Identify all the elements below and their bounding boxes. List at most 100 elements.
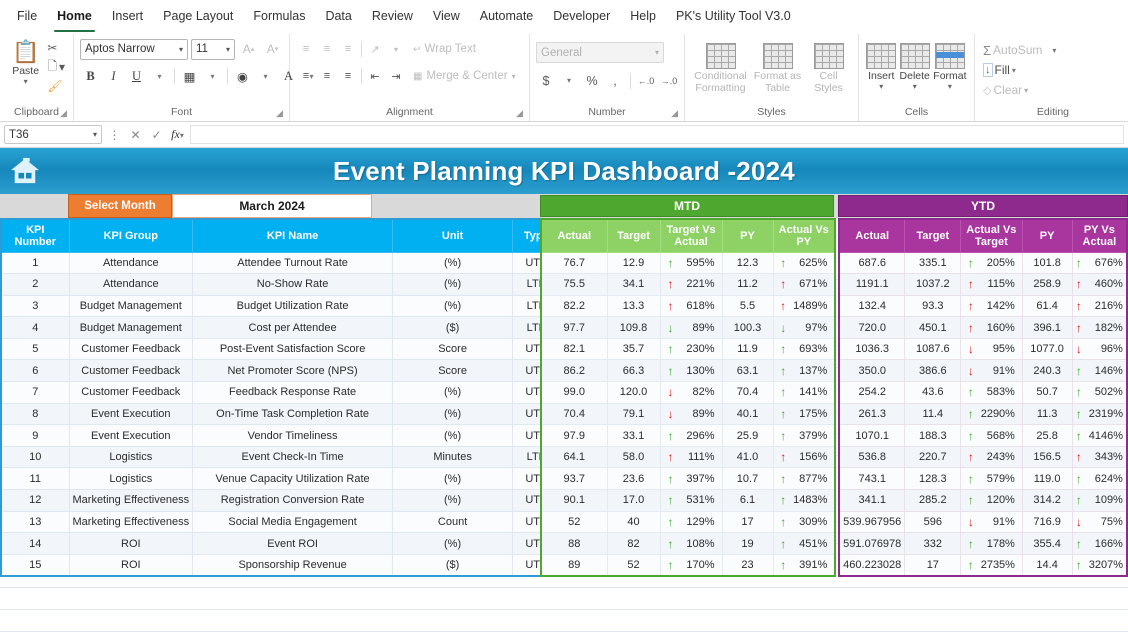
- chevron-down-icon[interactable]: ▾: [948, 82, 952, 91]
- autosum-button[interactable]: Σ AutoSum ▾: [981, 41, 1058, 59]
- format-cells-button[interactable]: Format ▾: [932, 41, 968, 91]
- enter-formula-button[interactable]: ✓: [148, 128, 165, 142]
- currency-format-button[interactable]: $: [536, 71, 556, 91]
- fill-button[interactable]: ↓ Fill ▾: [981, 61, 1018, 79]
- merge-center-button[interactable]: ▦ Merge & Center ▾: [407, 70, 516, 82]
- font-name-select[interactable]: Aptos Narrow ▾: [80, 38, 188, 60]
- ribbon-group-clipboard: 📋 Paste ▾ ✂ 🗋 ▾ 🖌 Clipboard ◢: [0, 34, 74, 121]
- increase-font-size-button[interactable]: A ▴: [238, 39, 259, 60]
- chevron-down-icon[interactable]: ▾: [1052, 46, 1056, 55]
- insert-cells-icon: [866, 43, 897, 69]
- format-painter-button[interactable]: 🖌: [45, 77, 67, 95]
- cut-button[interactable]: ✂: [45, 39, 67, 57]
- kpi-group-cell: Event Execution: [68, 424, 194, 447]
- ribbon-tab-pk-s-utility-tool-v3-0[interactable]: PK's Utility Tool V3.0: [667, 3, 800, 29]
- mtd-table: Actual Target Target Vs Actual PY Actual Vs …: [540, 218, 836, 577]
- delete-cells-button[interactable]: Delete ▾: [898, 41, 932, 91]
- chevron-down-icon[interactable]: ▾: [255, 66, 276, 87]
- ribbon-tab-data[interactable]: Data: [316, 3, 360, 29]
- decrease-font-size-button[interactable]: A ▾: [262, 39, 283, 60]
- kpi-name-cell: Budget Utilization Rate: [192, 294, 394, 318]
- insert-function-button[interactable]: fx▾: [169, 127, 186, 142]
- arrow-down-icon: ↓: [780, 320, 787, 335]
- orientation-button[interactable]: ↗: [365, 39, 385, 59]
- cancel-formula-button[interactable]: ✕: [127, 128, 144, 142]
- ribbon-tab-formulas[interactable]: Formulas: [244, 3, 314, 29]
- bold-button[interactable]: B: [80, 66, 101, 87]
- font-dialog-launcher[interactable]: ◢: [276, 108, 283, 119]
- worksheet-area: Event Planning KPI Dashboard -2024 Selec…: [0, 148, 1128, 632]
- fill-color-button[interactable]: ◉: [232, 66, 253, 87]
- chevron-down-icon[interactable]: ▾: [512, 72, 516, 81]
- align-middle-button[interactable]: ≡: [317, 39, 337, 59]
- kpi-name-cell: Post-Event Satisfaction Score: [192, 337, 394, 361]
- paste-button[interactable]: 📋 Paste ▾: [6, 37, 45, 86]
- decrease-decimal-button[interactable]: →.0: [659, 71, 679, 91]
- clear-label: Clear: [993, 83, 1023, 97]
- underline-button[interactable]: U: [126, 66, 147, 87]
- divider: [630, 72, 631, 89]
- chevron-down-icon[interactable]: ▾: [202, 66, 223, 87]
- number-dialog-launcher[interactable]: ◢: [671, 108, 678, 119]
- formula-input[interactable]: [190, 125, 1124, 144]
- ytd-py-vs-actual-cell: ↑ 343%: [1071, 445, 1128, 469]
- month-selector-value[interactable]: March 2024: [172, 194, 372, 218]
- align-center-button[interactable]: ≡: [317, 66, 337, 86]
- align-left-button[interactable]: ≡: [296, 66, 316, 86]
- chevron-down-icon[interactable]: ▾: [1024, 86, 1028, 95]
- chevron-down-icon[interactable]: ▾: [59, 60, 65, 74]
- copy-button[interactable]: 🗋 ▾: [45, 58, 67, 76]
- number-format-select[interactable]: General ▾: [536, 42, 664, 63]
- align-bottom-button[interactable]: ≡: [338, 39, 358, 59]
- formula-bar-menu-button[interactable]: ⋮: [106, 128, 123, 142]
- increase-decimal-button[interactable]: ←.0: [636, 71, 656, 91]
- percent-value: 75%: [1100, 515, 1123, 528]
- italic-button[interactable]: I: [103, 66, 124, 87]
- ribbon-tab-developer[interactable]: Developer: [544, 3, 619, 29]
- home-icon[interactable]: [10, 157, 40, 185]
- align-top-button[interactable]: ≡: [296, 39, 316, 59]
- chevron-down-icon[interactable]: ▾: [913, 82, 917, 91]
- ribbon-tab-file[interactable]: File: [8, 3, 46, 29]
- chevron-down-icon[interactable]: ▾: [386, 39, 406, 59]
- ribbon-tab-review[interactable]: Review: [363, 3, 422, 29]
- borders-button[interactable]: ▦: [179, 66, 200, 87]
- chevron-down-icon[interactable]: ▾: [1012, 66, 1016, 75]
- kpi-name-cell: Sponsorship Revenue: [192, 553, 394, 577]
- ribbon-tab-automate[interactable]: Automate: [471, 3, 543, 29]
- align-right-button[interactable]: ≡: [338, 66, 358, 86]
- cell-styles-button[interactable]: Cell Styles: [807, 41, 851, 94]
- clipboard-dialog-launcher[interactable]: ◢: [60, 108, 67, 119]
- ytd-actual-cell: 1070.1: [838, 424, 906, 447]
- comma-format-button[interactable]: ,: [605, 71, 625, 91]
- insert-cells-button[interactable]: Insert ▾: [865, 41, 898, 91]
- format-as-table-button[interactable]: Format as Table: [752, 41, 804, 94]
- ribbon-tab-help[interactable]: Help: [621, 3, 665, 29]
- ytd-py-vs-actual-cell: ↑ 502%: [1071, 381, 1128, 404]
- chevron-down-icon[interactable]: ▾: [559, 71, 579, 91]
- chevron-down-icon[interactable]: ▾: [879, 82, 883, 91]
- mtd-target-vs-actual-cell: ↑ 221%: [659, 273, 723, 296]
- increase-indent-button[interactable]: ⇥: [386, 66, 406, 86]
- clear-button[interactable]: ◇ Clear ▾: [981, 81, 1030, 99]
- ribbon-tab-home[interactable]: Home: [48, 3, 101, 32]
- wrap-text-button[interactable]: ↩ Wrap Text: [407, 43, 476, 55]
- alignment-group-label: Alignment ◢: [386, 106, 523, 119]
- percent-format-button[interactable]: %: [582, 71, 602, 91]
- table-row: 9 Event Execution Vendor Timeliness (%) UTB: [0, 424, 562, 447]
- arrow-up-icon: ↑: [780, 557, 787, 572]
- percent-value: 89%: [692, 407, 715, 420]
- alignment-dialog-launcher[interactable]: ◢: [516, 108, 523, 119]
- ribbon-tab-insert[interactable]: Insert: [103, 3, 152, 29]
- ytd-header-py: PY: [1021, 218, 1073, 253]
- ribbon-tab-page-layout[interactable]: Page Layout: [154, 3, 242, 29]
- conditional-formatting-button[interactable]: Conditional Formatting: [693, 41, 749, 94]
- chevron-down-icon[interactable]: ▾: [24, 77, 28, 86]
- arrow-up-icon: ↑: [780, 406, 787, 421]
- table-row: 93.7 23.6 ↑ 397% 10.7 ↑ 877%: [540, 467, 836, 491]
- ribbon-tab-view[interactable]: View: [424, 3, 469, 29]
- name-box[interactable]: T36 ▾: [4, 125, 102, 144]
- decrease-indent-button[interactable]: ⇤: [365, 66, 385, 86]
- chevron-down-icon[interactable]: ▾: [149, 66, 170, 87]
- font-size-select[interactable]: 11 ▾: [191, 38, 235, 60]
